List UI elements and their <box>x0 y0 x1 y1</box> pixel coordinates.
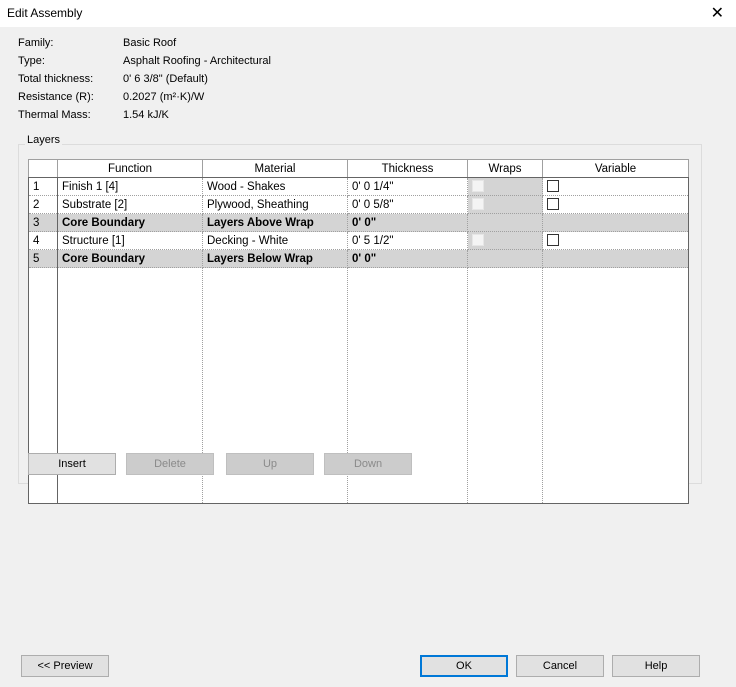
layers-group-label: Layers <box>25 134 63 146</box>
function-cell[interactable]: Structure [1] <box>57 231 203 250</box>
table-row-core-boundary[interactable]: 5 Core Boundary Layers Below Wrap 0' 0" <box>28 249 689 268</box>
variable-checkbox[interactable] <box>547 234 559 247</box>
variable-cell[interactable] <box>542 231 689 250</box>
thickness-cell: 0' 0" <box>347 213 468 232</box>
ok-button[interactable]: OK <box>420 655 508 677</box>
function-cell: Core Boundary <box>57 213 203 232</box>
type-label: Type: <box>18 55 45 67</box>
material-cell: Layers Below Wrap <box>202 249 348 268</box>
variable-cell <box>542 249 689 268</box>
wraps-cell <box>467 177 543 196</box>
window-title: Edit Assembly <box>7 6 83 20</box>
table-row[interactable]: 2 Substrate [2] Plywood, Sheathing 0' 0 … <box>28 195 689 214</box>
variable-checkbox[interactable] <box>547 198 559 211</box>
table-row-core-boundary[interactable]: 3 Core Boundary Layers Above Wrap 0' 0" <box>28 213 689 232</box>
variable-checkbox[interactable] <box>547 180 559 193</box>
header-material: Material <box>202 159 348 178</box>
header-function: Function <box>57 159 203 178</box>
preview-button[interactable]: << Preview <box>21 655 109 677</box>
thermal-mass-label: Thermal Mass: <box>18 109 91 121</box>
row-number[interactable]: 5 <box>28 249 58 268</box>
resistance-label: Resistance (R): <box>18 91 94 103</box>
table-row[interactable]: 4 Structure [1] Decking - White 0' 5 1/2… <box>28 231 689 250</box>
title-bar: Edit Assembly ✕ <box>0 0 736 27</box>
insert-button[interactable]: Insert <box>28 453 116 475</box>
material-cell: Layers Above Wrap <box>202 213 348 232</box>
row-number[interactable]: 1 <box>28 177 58 196</box>
function-cell[interactable]: Finish 1 [4] <box>57 177 203 196</box>
variable-cell[interactable] <box>542 177 689 196</box>
header-num <box>28 159 58 178</box>
total-thickness-label: Total thickness: <box>18 73 94 85</box>
wraps-checkbox <box>472 198 484 211</box>
type-value: Asphalt Roofing - Architectural <box>123 55 271 67</box>
row-number[interactable]: 3 <box>28 213 58 232</box>
function-cell[interactable]: Substrate [2] <box>57 195 203 214</box>
delete-button[interactable]: Delete <box>126 453 214 475</box>
down-button[interactable]: Down <box>324 453 412 475</box>
help-button[interactable]: Help <box>612 655 700 677</box>
empty-cell <box>467 267 543 504</box>
empty-cell <box>542 267 689 504</box>
resistance-value: 0.2027 (m²·K)/W <box>123 91 205 103</box>
total-thickness-value: 0' 6 3/8" (Default) <box>123 73 208 85</box>
row-number[interactable]: 4 <box>28 231 58 250</box>
wraps-checkbox <box>472 180 484 193</box>
family-label: Family: <box>18 37 54 49</box>
wraps-cell <box>467 249 543 268</box>
header-variable: Variable <box>542 159 689 178</box>
table-row[interactable]: 1 Finish 1 [4] Wood - Shakes 0' 0 1/4" <box>28 177 689 196</box>
thickness-cell[interactable]: 0' 0 1/4" <box>347 177 468 196</box>
thickness-cell: 0' 0" <box>347 249 468 268</box>
wraps-cell <box>467 213 543 232</box>
thickness-cell[interactable]: 0' 5 1/2" <box>347 231 468 250</box>
wraps-checkbox <box>472 234 484 247</box>
table-header: Function Material Thickness Wraps Variab… <box>28 159 689 178</box>
thermal-mass-value: 1.54 kJ/K <box>123 109 169 121</box>
function-cell: Core Boundary <box>57 249 203 268</box>
header-thickness: Thickness <box>347 159 468 178</box>
variable-cell <box>542 213 689 232</box>
family-value: Basic Roof <box>123 37 177 49</box>
material-cell[interactable]: Plywood, Sheathing <box>202 195 348 214</box>
material-cell[interactable]: Decking - White <box>202 231 348 250</box>
header-wraps: Wraps <box>467 159 543 178</box>
close-icon[interactable]: ✕ <box>711 3 724 23</box>
thickness-cell[interactable]: 0' 0 5/8" <box>347 195 468 214</box>
cancel-button[interactable]: Cancel <box>516 655 604 677</box>
material-cell[interactable]: Wood - Shakes <box>202 177 348 196</box>
up-button[interactable]: Up <box>226 453 314 475</box>
wraps-cell <box>467 231 543 250</box>
variable-cell[interactable] <box>542 195 689 214</box>
row-number[interactable]: 2 <box>28 195 58 214</box>
wraps-cell <box>467 195 543 214</box>
